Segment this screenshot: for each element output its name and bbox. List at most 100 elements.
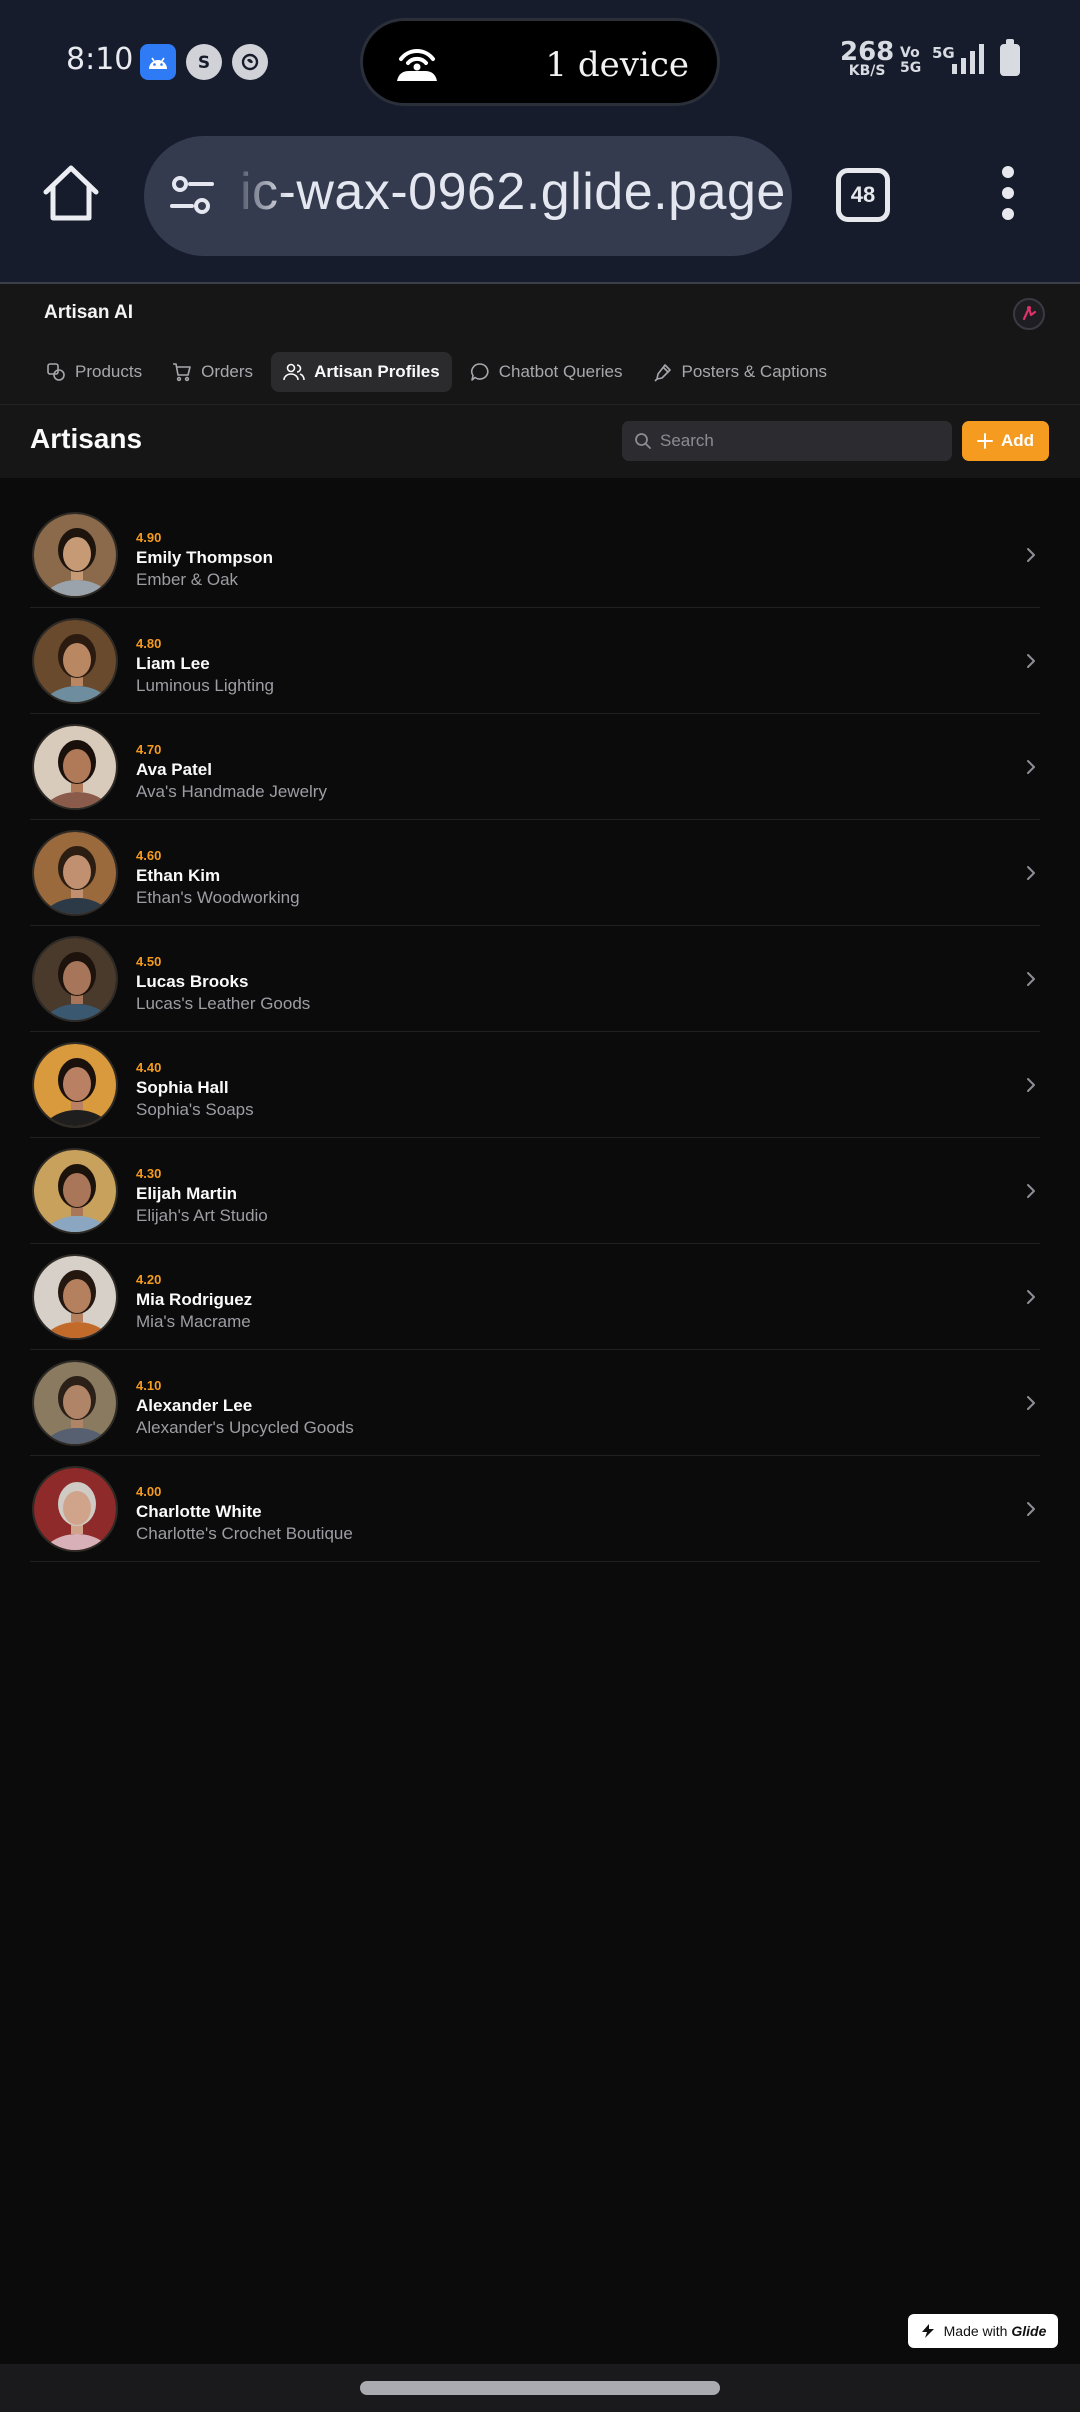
artisan-rating: 4.40 bbox=[136, 1060, 162, 1075]
tab-switcher-button[interactable]: 48 bbox=[836, 168, 890, 222]
artisan-name: Charlotte White bbox=[136, 1502, 262, 1521]
artisan-avatar bbox=[32, 936, 118, 1022]
volte-indicator: Vo 5G bbox=[900, 45, 922, 76]
tab-orders[interactable]: Orders bbox=[160, 352, 265, 392]
artisan-row[interactable]: 4.50 Lucas Brooks Lucas's Leather Goods bbox=[30, 926, 1040, 1032]
user-avatar[interactable] bbox=[1013, 298, 1045, 330]
chevron-right-icon bbox=[1024, 1501, 1038, 1522]
hotspot-icon bbox=[393, 43, 441, 88]
browser-chrome: 8:10 S 1 device 268 KB/S Vo 5G 5G ic-wax… bbox=[0, 0, 1080, 282]
s-app-notification-icon: S bbox=[186, 44, 222, 80]
nav-tabs: Products Orders Artisan Profiles Chatbot… bbox=[34, 352, 839, 392]
battery-icon bbox=[1000, 39, 1020, 76]
pen-icon bbox=[653, 364, 671, 382]
site-settings-icon[interactable] bbox=[168, 172, 216, 225]
artisan-avatar bbox=[32, 830, 118, 916]
chevron-right-icon bbox=[1024, 759, 1038, 780]
artisan-shop: Lucas's Leather Goods bbox=[136, 994, 311, 1013]
artisan-row[interactable]: 4.60 Ethan Kim Ethan's Woodworking bbox=[30, 820, 1040, 926]
artisan-shop: Elijah's Art Studio bbox=[136, 1206, 268, 1225]
search-box[interactable] bbox=[622, 421, 952, 461]
artisan-avatar bbox=[32, 1148, 118, 1234]
artisan-name: Liam Lee bbox=[136, 654, 210, 673]
artisan-row[interactable]: 4.30 Elijah Martin Elijah's Art Studio bbox=[30, 1138, 1040, 1244]
users-icon bbox=[283, 363, 305, 381]
artisan-rating: 4.70 bbox=[136, 742, 162, 757]
artisan-rating: 4.90 bbox=[136, 530, 162, 545]
artisan-name: Ava Patel bbox=[136, 760, 212, 779]
chevron-right-icon bbox=[1024, 1395, 1038, 1416]
artisan-avatar bbox=[32, 1254, 118, 1340]
tab-artisan-profiles[interactable]: Artisan Profiles bbox=[271, 352, 452, 392]
artisan-row[interactable]: 4.40 Sophia Hall Sophia's Soaps bbox=[30, 1032, 1040, 1138]
artisan-avatar bbox=[32, 1042, 118, 1128]
artisan-rating: 4.50 bbox=[136, 954, 162, 969]
chevron-right-icon bbox=[1024, 547, 1038, 568]
artisan-name: Sophia Hall bbox=[136, 1078, 229, 1097]
chevron-right-icon bbox=[1024, 1077, 1038, 1098]
artisan-row[interactable]: 4.70 Ava Patel Ava's Handmade Jewelry bbox=[30, 714, 1040, 820]
add-button[interactable]: Add bbox=[962, 421, 1049, 461]
tab-posters-captions[interactable]: Posters & Captions bbox=[641, 352, 840, 392]
artisan-rating: 4.80 bbox=[136, 636, 162, 651]
search-input[interactable] bbox=[660, 421, 940, 461]
artisan-row[interactable]: 4.90 Emily Thompson Ember & Oak bbox=[30, 502, 1040, 608]
chevron-right-icon bbox=[1024, 865, 1038, 886]
gesture-handle[interactable] bbox=[360, 2381, 720, 2395]
status-bar: 8:10 S 1 device 268 KB/S Vo 5G 5G bbox=[0, 0, 1080, 124]
app-name: Artisan AI bbox=[44, 302, 134, 323]
artisan-name: Elijah Martin bbox=[136, 1184, 238, 1203]
cart-icon bbox=[173, 363, 191, 382]
artisan-name: Mia Rodriguez bbox=[136, 1290, 253, 1309]
browser-menu-icon[interactable] bbox=[996, 166, 1020, 226]
chat-bubble-icon bbox=[470, 363, 489, 381]
status-time: 8:10 bbox=[66, 42, 134, 77]
artisan-row[interactable]: 4.20 Mia Rodriguez Mia's Macrame bbox=[30, 1244, 1040, 1350]
artisan-rating: 4.00 bbox=[136, 1484, 162, 1499]
artisan-rating: 4.20 bbox=[136, 1272, 162, 1287]
search-icon bbox=[635, 433, 651, 449]
hotspot-device-count: 1 device bbox=[545, 45, 689, 85]
system-navigation-bar bbox=[0, 2364, 1080, 2412]
hotspot-island[interactable]: 1 device bbox=[360, 18, 720, 106]
artisan-rating: 4.60 bbox=[136, 848, 162, 863]
tab-products[interactable]: Products bbox=[34, 352, 154, 392]
artisan-avatar bbox=[32, 1360, 118, 1446]
artisan-name: Lucas Brooks bbox=[136, 972, 249, 991]
artisan-shop: Sophia's Soaps bbox=[136, 1100, 254, 1119]
artisan-shop: Charlotte's Crochet Boutique bbox=[136, 1524, 353, 1543]
artisan-row[interactable]: 4.80 Liam Lee Luminous Lighting bbox=[30, 608, 1040, 714]
artisan-avatar bbox=[32, 512, 118, 598]
artisan-shop: Luminous Lighting bbox=[136, 676, 274, 695]
glide-logo-icon bbox=[921, 2324, 934, 2338]
artisan-shop: Ava's Handmade Jewelry bbox=[136, 782, 327, 801]
address-bar[interactable]: ic-wax-0962.glide.page bbox=[144, 136, 792, 256]
artisan-shop: Alexander's Upcycled Goods bbox=[136, 1418, 354, 1437]
signal-strength-icon bbox=[950, 42, 990, 81]
chevron-right-icon bbox=[1024, 653, 1038, 674]
made-with-glide-badge[interactable]: Made with Glide bbox=[908, 2314, 1058, 2348]
products-icon bbox=[47, 363, 65, 381]
artisan-name: Emily Thompson bbox=[136, 548, 273, 567]
artisan-avatar bbox=[32, 1466, 118, 1552]
android-notification-icon bbox=[140, 44, 176, 80]
artisan-avatar bbox=[32, 618, 118, 704]
artisan-name: Alexander Lee bbox=[136, 1396, 253, 1415]
glide-app: Artisan AI Products Orders Artisan Profi… bbox=[0, 282, 1080, 2364]
artisan-shop: Ember & Oak bbox=[136, 570, 239, 589]
artisan-name: Ethan Kim bbox=[136, 866, 221, 885]
chevron-right-icon bbox=[1024, 1183, 1038, 1204]
page-title-bar: Artisans Add bbox=[0, 404, 1080, 478]
artisan-shop: Ethan's Woodworking bbox=[136, 888, 300, 907]
home-icon[interactable] bbox=[40, 162, 102, 224]
url-text: ic-wax-0962.glide.page bbox=[240, 163, 786, 221]
artisan-row[interactable]: 4.00 Charlotte White Charlotte's Crochet B… bbox=[30, 1456, 1040, 1562]
phone-app-notification-icon bbox=[232, 44, 268, 80]
network-speed: 268 KB/S bbox=[840, 37, 895, 79]
artisan-list: 4.90 Emily Thompson Ember & Oak 4.80 Liam Le… bbox=[30, 502, 1040, 1562]
artisan-shop: Mia's Macrame bbox=[136, 1312, 251, 1331]
artisan-row[interactable]: 4.10 Alexander Lee Alexander's Upcycled Go… bbox=[30, 1350, 1040, 1456]
artisan-rating: 4.30 bbox=[136, 1166, 162, 1181]
svg-text:S: S bbox=[198, 53, 210, 73]
tab-chatbot-queries[interactable]: Chatbot Queries bbox=[458, 352, 635, 392]
